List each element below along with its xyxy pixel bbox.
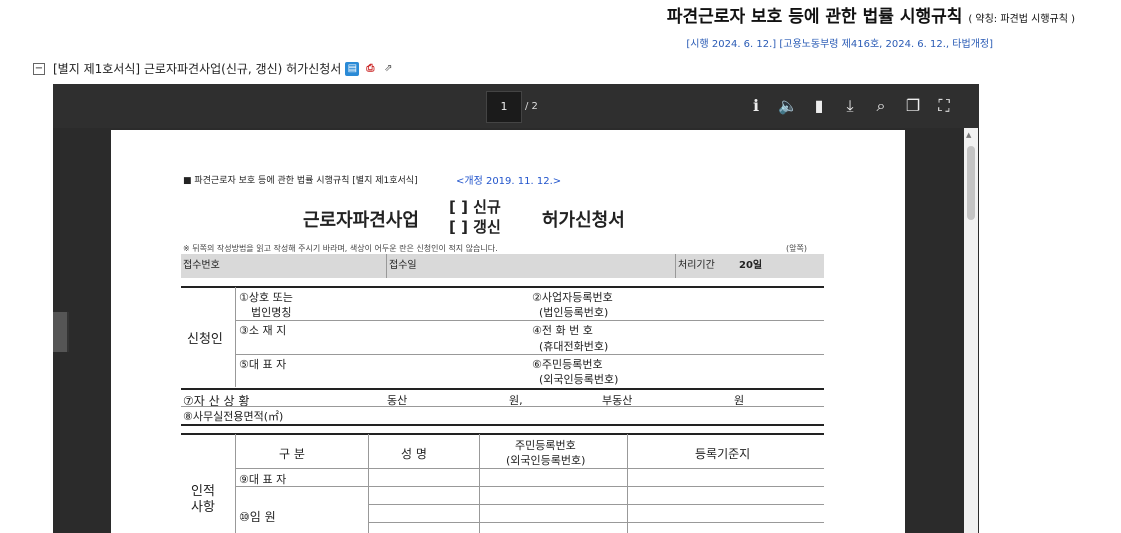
- viewer-toolbar: 1 / 2 i 🔈 ▮ ⤓ ⌕ ❐ ⛶: [53, 84, 979, 128]
- front-side-label: (앞쪽): [786, 244, 807, 253]
- receipt-number-label: 접수번호: [183, 260, 220, 271]
- row-representative: ⑨대 표 자: [239, 473, 287, 486]
- column-resident-number-sub: (외국인등록번호): [506, 454, 586, 467]
- rule: [235, 354, 824, 355]
- form-title-link[interactable]: [별지 제1호서식] 근로자파견사업(신규, 갱신) 허가신청서: [53, 60, 341, 77]
- hwp-file-icon[interactable]: ▤: [345, 61, 360, 76]
- field-resident-number-sub: (외국인등록번호): [539, 373, 619, 386]
- rule: [181, 406, 824, 407]
- divider: [675, 254, 676, 278]
- field-company-name: ①상호 또는: [239, 291, 293, 304]
- share-icon[interactable]: ⇗: [381, 62, 395, 76]
- form-title-end: 허가신청서: [542, 210, 625, 231]
- rule: [181, 433, 824, 435]
- field-phone-sub: (휴대전화번호): [539, 340, 609, 353]
- scrollbar-thumb[interactable]: [967, 146, 975, 220]
- law-title: 파견근로자 보호 등에 관한 법률 시행규칙 ( 약칭: 파견법 시행규칙 ): [667, 2, 1075, 27]
- scroll-up-icon[interactable]: ▲: [966, 131, 971, 139]
- column-type: 구 분: [279, 447, 305, 461]
- column-registration-base: 등록기준지: [695, 447, 751, 461]
- divider: [235, 287, 236, 387]
- law-abbreviation: ( 약칭: 파견법 시행규칙 ): [968, 14, 1075, 25]
- divider: [627, 434, 628, 533]
- enforcement-info: [시행 2024. 6. 12.] [고용노동부령 제416호, 2024. 6…: [686, 39, 993, 50]
- law-reference: ■ 파견근로자 보호 등에 관한 법률 시행규칙 [별지 제1호서식]: [183, 176, 418, 186]
- field-business-reg-sub: (법인등록번호): [539, 306, 609, 319]
- divider: [235, 434, 236, 533]
- column-resident-number: 주민등록번호: [515, 439, 576, 452]
- speaker-icon[interactable]: 🔈: [778, 96, 798, 115]
- download-icon[interactable]: ⤓: [840, 96, 860, 116]
- law-title-text: 파견근로자 보호 등에 관한 법률 시행규칙: [666, 7, 963, 27]
- copy-icon[interactable]: ❐: [903, 96, 923, 115]
- fullscreen-icon[interactable]: ⛶: [934, 96, 954, 116]
- form-title: 근로자파견사업: [303, 210, 419, 231]
- processing-period-value: 20일: [739, 260, 763, 271]
- rule: [235, 320, 824, 321]
- revision-note: <개정 2019. 11. 12.>: [456, 176, 562, 187]
- search-icon[interactable]: ⌕: [871, 96, 891, 116]
- pdf-file-icon[interactable]: ⎙: [363, 62, 377, 76]
- rule: [368, 522, 824, 523]
- processing-period-label: 처리기간: [678, 260, 715, 271]
- rule: [235, 468, 824, 469]
- field-representative: ⑤대 표 자: [239, 358, 287, 371]
- rule: [368, 504, 824, 505]
- document-page: ■ 파견근로자 보호 등에 관한 법률 시행규칙 [별지 제1호서식] <개정 …: [111, 130, 905, 533]
- panel-icon[interactable]: ▮: [809, 96, 829, 115]
- field-address: ③소 재 지: [239, 324, 287, 337]
- divider: [479, 434, 480, 533]
- field-resident-number: ⑥주민등록번호: [532, 358, 603, 371]
- option-new: [ ] 신규: [449, 198, 501, 216]
- instruction-note: ※ 뒤쪽의 작성방법을 읽고 작성해 주시기 바라며, 색상이 어두운 란은 신…: [183, 244, 498, 253]
- divider: [386, 254, 387, 278]
- page-number-input[interactable]: 1: [486, 91, 522, 123]
- info-icon[interactable]: i: [746, 96, 766, 115]
- field-business-reg: ②사업자등록번호: [532, 291, 613, 304]
- pdf-viewer: 1 / 2 i 🔈 ▮ ⤓ ⌕ ❐ ⛶ ■ 파견근로자 보호 등에 관한 법률 …: [53, 84, 979, 533]
- rule: [181, 388, 824, 390]
- collapse-toggle[interactable]: −: [33, 62, 45, 75]
- rule: [181, 286, 824, 288]
- form-item: − [별지 제1호서식] 근로자파견사업(신규, 갱신) 허가신청서 ▤ ⎙ ⇗: [33, 60, 395, 77]
- page-total: / 2: [525, 101, 538, 112]
- column-name: 성 명: [401, 447, 427, 461]
- rule: [181, 424, 824, 426]
- personal-info-label-2: 사항: [191, 500, 215, 515]
- sidebar-handle[interactable]: [53, 312, 69, 352]
- field-office-area: ⑧사무실전용면적(㎡): [183, 410, 284, 423]
- rule: [235, 486, 824, 487]
- applicant-label: 신청인: [187, 332, 223, 347]
- field-company-name-sub: 법인명칭: [251, 306, 292, 319]
- receipt-row: [181, 254, 824, 278]
- option-renew: [ ] 갱신: [449, 218, 501, 236]
- row-executive: ⑩임 원: [239, 510, 276, 524]
- divider: [368, 434, 369, 533]
- receipt-date-label: 접수일: [389, 260, 417, 271]
- field-phone: ④전 화 번 호: [532, 324, 593, 337]
